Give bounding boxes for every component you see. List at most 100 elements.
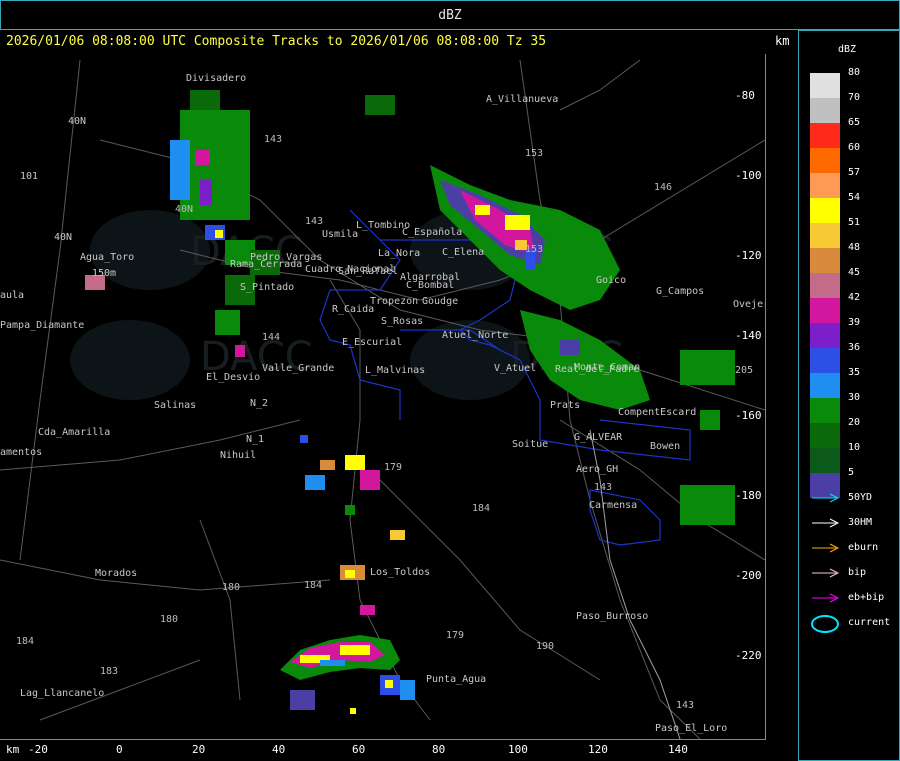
route-number: 179 — [384, 462, 403, 473]
place-label: El_Desvio — [206, 372, 261, 383]
scale-swatch — [810, 373, 840, 398]
x-tick: 60 — [352, 743, 366, 756]
route-number: 153 — [525, 148, 544, 159]
place-label: Tropezon — [370, 296, 419, 307]
place-label: Ovejeros — [733, 299, 765, 310]
place-label: Goico — [596, 275, 627, 286]
place-label: N_2 — [250, 398, 269, 409]
route-number: 184 — [16, 636, 35, 647]
cell — [360, 470, 380, 490]
cell — [235, 345, 245, 357]
scale-swatch — [810, 348, 840, 373]
cell — [320, 660, 345, 666]
place-label: Prats — [550, 400, 581, 411]
place-label: La_Nora — [378, 248, 421, 259]
km-label-top: km — [775, 34, 790, 48]
place-label: Lag_Llancanelo — [20, 688, 105, 699]
cell — [475, 205, 490, 215]
place-label: Divisadero — [186, 73, 247, 84]
place-label: Carmensa — [589, 500, 638, 511]
place-label: S_Pintado — [240, 282, 295, 293]
window-title: dBZ — [438, 8, 462, 23]
scale-value: 60 — [848, 142, 861, 153]
place-label: 101 — [20, 171, 39, 182]
route-number: 183 — [100, 666, 119, 677]
scale-swatch — [810, 123, 840, 148]
cell — [560, 340, 580, 355]
scale-swatch — [810, 148, 840, 173]
route-number: 143 — [305, 216, 324, 227]
cell — [400, 680, 415, 700]
x-axis-label: km — [6, 743, 20, 756]
scale-value: 48 — [848, 242, 861, 253]
legend-title: dBZ — [838, 44, 857, 55]
roads-layer — [0, 59, 765, 739]
scale-value: 57 — [848, 167, 861, 178]
x-tick: 40 — [272, 743, 286, 756]
cell — [300, 435, 308, 443]
x-axis: km -20 0 20 40 60 80 100 120 140 — [0, 740, 765, 761]
cell — [365, 95, 395, 115]
scale-swatch — [810, 73, 840, 98]
place-label: Soitue — [512, 439, 549, 450]
route-number: 143 — [676, 700, 695, 711]
scale-swatch — [810, 423, 840, 448]
track-arrow-icon — [812, 543, 840, 553]
route-number: 180 — [160, 614, 179, 625]
x-tick: 20 — [192, 743, 206, 756]
route-number: 144 — [262, 332, 281, 343]
cell — [215, 230, 223, 238]
cell — [505, 215, 530, 230]
place-label: Nihuil — [220, 450, 257, 461]
scale-swatch — [810, 173, 840, 198]
route-number: 184 — [472, 503, 491, 514]
cell — [345, 505, 355, 515]
cell — [290, 690, 315, 710]
y-tick: -140 — [735, 329, 762, 342]
x-tick: 120 — [588, 743, 608, 756]
scale-value: 10 — [848, 442, 861, 453]
current-ellipse-icon — [811, 615, 839, 633]
place-label: Morados — [95, 568, 138, 579]
composite-header: 2026/01/06 08:08:00 UTC Composite Tracks… — [6, 34, 547, 49]
track-legend-label: current — [848, 617, 891, 628]
scale-swatch — [810, 248, 840, 273]
scale-value: 70 — [848, 92, 861, 103]
track-arrow-icon — [812, 568, 840, 578]
y-tick: -220 — [735, 649, 762, 662]
x-tick: 0 — [116, 743, 123, 756]
track-legend-label: bip — [848, 567, 867, 578]
x-tick: 140 — [668, 743, 688, 756]
track-legend-label: eburn — [848, 542, 879, 553]
route-number: 146 — [654, 182, 673, 193]
place-label: Los_Toldos — [370, 567, 431, 578]
track-legend-label: eb+bip — [848, 592, 885, 603]
place-label: Rama_Cerrada — [230, 259, 303, 270]
place-label: 150m — [92, 268, 117, 279]
cell — [320, 460, 335, 470]
place-label: Cuadro_Nacional — [305, 264, 396, 275]
scale-value: 45 — [848, 267, 861, 278]
place-label: 40N — [68, 116, 87, 127]
cell — [680, 350, 735, 385]
route-number: 143 — [264, 134, 283, 145]
cell — [520, 310, 650, 410]
place-label: S_Rosas — [381, 316, 424, 327]
place-label: Punta_Agua — [426, 674, 487, 685]
place-label: Goudge — [422, 296, 459, 307]
route-number: 143 — [594, 482, 613, 493]
place-label: L_Malvinas — [365, 365, 426, 376]
place-label: Usmila — [322, 229, 359, 240]
route-number: 205 — [735, 365, 754, 376]
place-label: 40N — [54, 232, 73, 243]
radar-map[interactable]: DACC DACC DACC DACC — [0, 54, 766, 740]
cell — [350, 708, 356, 714]
y-tick: -200 — [735, 569, 762, 582]
cell — [215, 310, 240, 335]
cell — [305, 475, 325, 490]
scale-swatch — [810, 298, 840, 323]
track-arrow-icon — [812, 493, 840, 503]
y-tick: -160 — [735, 409, 762, 422]
cell — [170, 140, 190, 200]
place-label: Paso_Burroso — [576, 611, 649, 622]
